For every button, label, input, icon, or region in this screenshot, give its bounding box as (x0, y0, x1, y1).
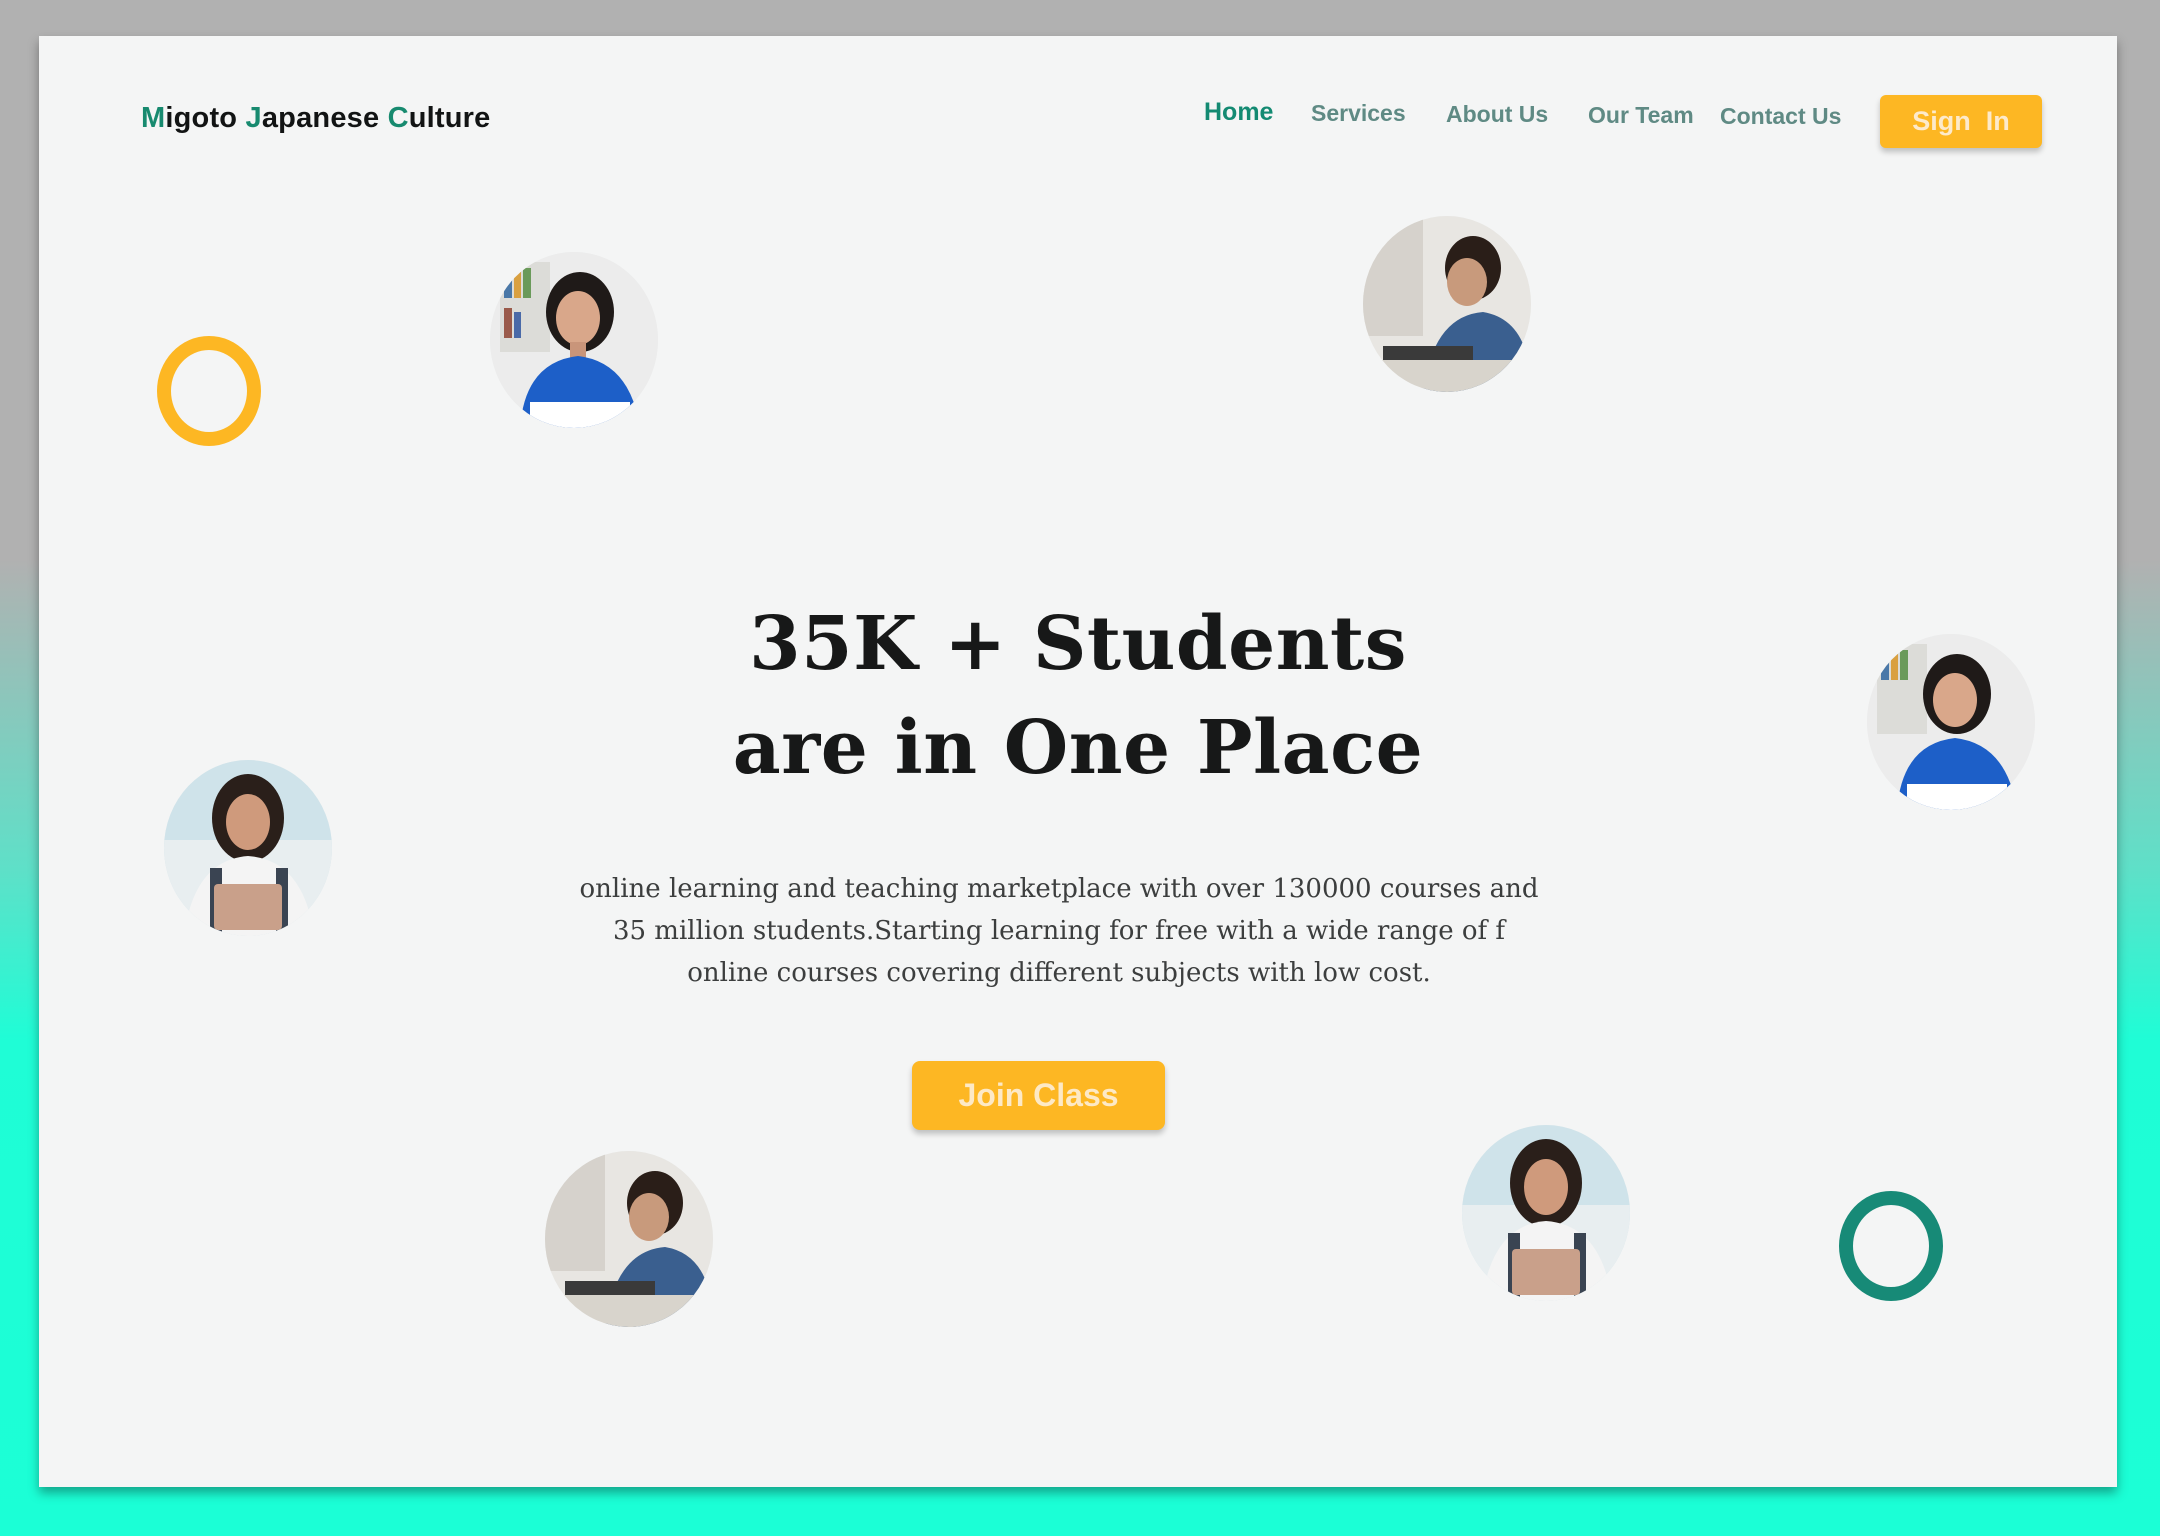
hero-title: 35K + Students are in One Place (39, 592, 2117, 800)
hero-title-line-2: are in One Place (732, 705, 1424, 791)
decorative-yellow-ring (157, 336, 261, 446)
student-avatar-girl-folder-2 (1462, 1125, 1630, 1301)
logo-text-1: igoto (165, 102, 246, 134)
logo-letter-c: C (387, 102, 409, 134)
hero-description: online learning and teaching marketplace… (579, 874, 1539, 988)
logo-letter-m: M (141, 102, 166, 134)
student-avatar-boy-laptop-2 (545, 1151, 713, 1327)
join-class-button[interactable]: Join Class (912, 1061, 1165, 1130)
student-avatar-girl-blue-1 (490, 252, 658, 428)
sign-in-button[interactable]: Sign In (1880, 95, 2042, 148)
student-avatar-boy-laptop-1 (1363, 216, 1531, 392)
nav-our-team[interactable]: Our Team (1588, 102, 1694, 129)
logo-text-2: apanese (261, 102, 388, 134)
logo-letter-j: J (245, 102, 262, 134)
nav-contact-us[interactable]: Contact Us (1720, 103, 1841, 130)
decorative-teal-ring (1839, 1191, 1943, 1301)
logo-text-3: ulture (408, 102, 491, 134)
site-logo[interactable]: Migoto Japanese Culture (141, 102, 490, 135)
nav-about-us[interactable]: About Us (1446, 101, 1548, 128)
nav-services[interactable]: Services (1311, 100, 1406, 127)
landing-page: Migoto Japanese Culture Home Services Ab… (39, 36, 2117, 1487)
nav-home[interactable]: Home (1204, 98, 1273, 127)
hero-title-line-1: 35K + Students (749, 601, 1407, 687)
